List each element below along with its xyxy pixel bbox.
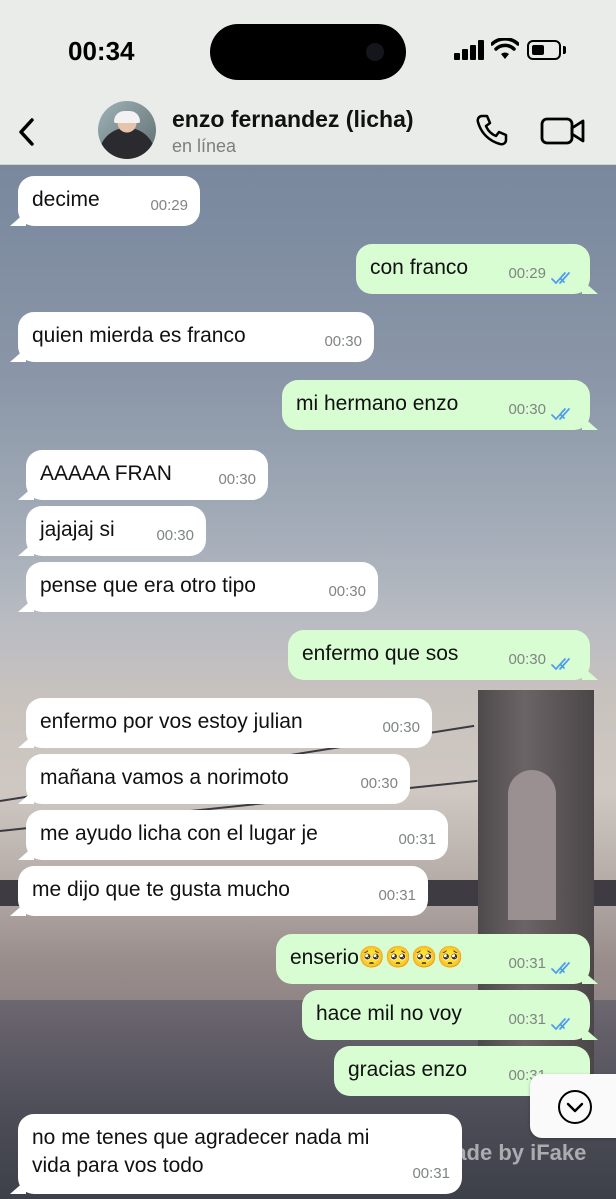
incoming-message[interactable]: enfermo por vos estoy julian 00:30 [18, 698, 432, 748]
message-time: 00:30 [156, 527, 194, 544]
incoming-message[interactable]: mañana vamos a norimoto 00:30 [18, 754, 410, 804]
phone-icon[interactable] [474, 112, 510, 148]
status-time: 00:34 [68, 36, 135, 66]
message-text: pense que era otro tipo [40, 574, 256, 597]
incoming-message[interactable]: decime 00:29 [10, 176, 200, 226]
incoming-message[interactable]: pense que era otro tipo 00:30 [18, 562, 378, 612]
incoming-message[interactable]: jajajaj si 00:30 [18, 506, 206, 556]
message-text: no me tenes que agradecer nada mi vida p… [32, 1126, 370, 1177]
message-time: 00:30 [324, 333, 362, 350]
message-time: 00:29 [508, 265, 546, 282]
contact-name[interactable]: enzo fernandez (licha) [172, 106, 414, 133]
scroll-down-button[interactable] [530, 1074, 616, 1138]
contact-presence: en línea [172, 136, 237, 156]
outgoing-message[interactable]: con franco 00:29 [356, 244, 598, 294]
read-ticks-icon [551, 658, 570, 671]
incoming-message[interactable]: quien mierda es franco 00:30 [10, 312, 374, 362]
battery-icon [527, 40, 561, 60]
message-text: enfermo por vos estoy julian [40, 710, 303, 733]
message-time: 00:29 [150, 197, 188, 214]
outgoing-message[interactable]: enfermo que sos 00:30 [288, 630, 598, 680]
message-time: 00:31 [378, 887, 416, 904]
message-text: me dijo que te gusta mucho [32, 878, 290, 901]
read-ticks-icon [551, 272, 570, 285]
dynamic-island [210, 24, 406, 80]
incoming-message[interactable]: me dijo que te gusta mucho 00:31 [10, 866, 428, 916]
message-text: me ayudo licha con el lugar je [40, 822, 318, 845]
read-ticks-icon [551, 1018, 570, 1031]
message-time: 00:31 [508, 955, 546, 972]
wifi-icon [491, 38, 519, 59]
message-time: 00:31 [398, 831, 436, 848]
outgoing-message[interactable]: hace mil no voy 00:31 [302, 990, 598, 1040]
read-ticks-icon [551, 408, 570, 421]
watermark: Made by iFake [436, 1140, 587, 1165]
message-text: mañana vamos a norimoto [40, 766, 289, 789]
avatar[interactable] [98, 101, 156, 159]
chevron-left-icon[interactable] [14, 114, 40, 150]
outgoing-message[interactable]: mi hermano enzo 00:30 [282, 380, 598, 430]
outgoing-message[interactable]: enserio🥺🥺🥺🥺 00:31 [276, 934, 598, 984]
message-time: 00:30 [218, 471, 256, 488]
incoming-message[interactable]: AAAAA FRAN 00:30 [18, 450, 268, 500]
cellular-signal-icon [454, 40, 486, 60]
chat-header: enzo fernandez (licha) en línea [0, 100, 616, 165]
message-time: 00:31 [508, 1011, 546, 1028]
status-bar: 00:34 [0, 0, 616, 100]
read-ticks-icon [551, 962, 570, 975]
incoming-message[interactable]: me ayudo licha con el lugar je 00:31 [18, 810, 448, 860]
message-time: 00:30 [360, 775, 398, 792]
message-time: 00:30 [382, 719, 420, 736]
video-camera-icon[interactable] [540, 116, 586, 146]
chevron-down-circle-icon [558, 1090, 592, 1124]
message-text: quien mierda es franco [32, 324, 246, 347]
message-time: 00:30 [508, 651, 546, 668]
message-time: 00:30 [328, 583, 366, 600]
message-time: 00:30 [508, 401, 546, 418]
incoming-message[interactable]: no me tenes que agradecer nada mi vida p… [10, 1114, 462, 1194]
